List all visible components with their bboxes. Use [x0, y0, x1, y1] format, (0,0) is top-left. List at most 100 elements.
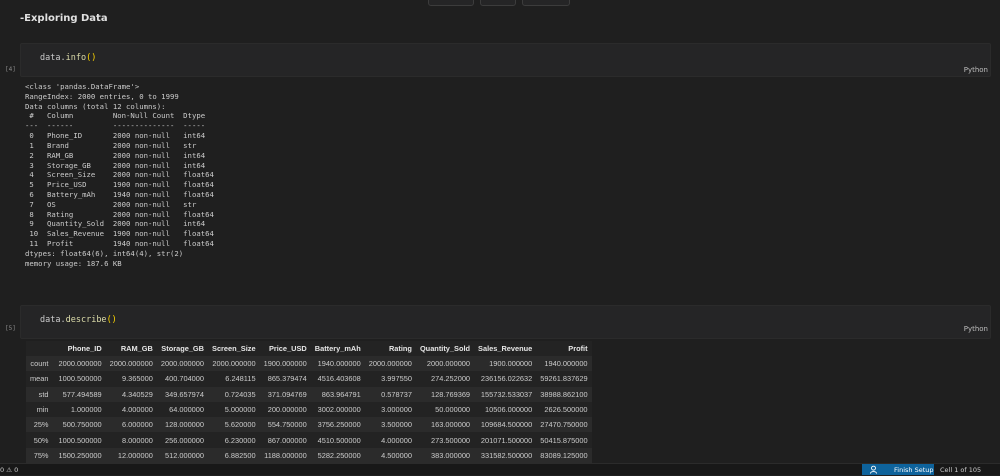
code-object: data [40, 53, 61, 63]
code-function: info [65, 53, 87, 63]
account-icon [869, 465, 878, 476]
toolbar-button-1[interactable] [428, 0, 474, 6]
row-index: 75% [33, 450, 49, 460]
table-row: 25% 500.750000 6.000000 128.000000 5.620… [26, 417, 592, 433]
table-cell: 9.365000 [122, 374, 153, 384]
table-cell: 1900.000000 [489, 359, 533, 369]
table-cell: 1000.500000 [58, 374, 102, 384]
table-cell: 12.000000 [117, 450, 153, 460]
table-cell: 10506.000000 [485, 405, 533, 415]
cell-position[interactable]: Cell 1 of 105 [940, 466, 981, 474]
table-cell: 3.000000 [381, 405, 412, 415]
column-header: Screen_Size [212, 344, 256, 353]
row-index: 50% [33, 435, 49, 445]
row-index: mean [30, 374, 49, 384]
table-row: min 1.000000 4.000000 64.000000 5.000000… [26, 401, 592, 418]
table-cell: 2626.500000 [544, 405, 588, 415]
code-cell-info[interactable]: data.info() [20, 43, 991, 77]
top-toolbar [0, 0, 1000, 6]
table-cell: 349.657974 [164, 389, 205, 399]
column-header: RAM_GB [120, 344, 153, 353]
code-object: data [40, 315, 61, 325]
cell-code[interactable]: data.info() [40, 53, 96, 63]
table-cell: 865.379474 [267, 374, 307, 384]
table-cell: 128.769369 [431, 389, 471, 399]
table-cell: 6.000000 [122, 420, 153, 430]
table-cell: 1188.000000 [264, 450, 307, 460]
table-cell: 2000.000000 [368, 359, 412, 369]
table-row: std 577.494589 4.340529 349.657974 0.724… [26, 386, 592, 402]
table-cell: 512.000000 [164, 450, 205, 460]
table-cell: 4.000000 [381, 435, 412, 445]
table-cell: 1900.000000 [263, 359, 307, 369]
table-row: count 2000.000000 2000.000000 2000.00000… [26, 356, 592, 372]
finish-setup-button[interactable]: Finish Setup [862, 464, 934, 475]
row-index: std [38, 389, 49, 399]
table-cell: 2000.000000 [109, 359, 153, 369]
table-cell: 8.000000 [122, 435, 153, 445]
row-index: min [36, 405, 49, 415]
toolbar-button-2[interactable] [480, 0, 516, 6]
column-header: Sales_Revenue [478, 344, 533, 353]
table-cell: 236156.022632 [480, 374, 533, 384]
table-cell: 27470.750000 [540, 420, 588, 430]
table-cell: 383.000000 [431, 450, 471, 460]
table-cell: 867.000000 [267, 435, 307, 445]
table-cell: 2000.000000 [58, 359, 102, 369]
table-cell: 371.094769 [267, 389, 307, 399]
status-bar: 0 ⚠ 0 Finish Setup Cell 1 of 105 [0, 463, 1000, 475]
cell-language-label[interactable]: Python [964, 66, 988, 74]
cell-language-label[interactable]: Python [964, 325, 988, 333]
column-header: Rating [388, 344, 412, 353]
table-cell: 4.340529 [122, 389, 153, 399]
table-cell: 1500.250000 [58, 450, 102, 460]
cell-code[interactable]: data.describe() [40, 315, 117, 325]
table-cell: 577.494589 [62, 389, 102, 399]
code-cell-describe[interactable]: data.describe() [20, 305, 991, 339]
table-cell: 0.578737 [381, 389, 412, 399]
table-cell: 155732.533037 [480, 389, 533, 399]
column-header: Battery_mAh [314, 344, 361, 353]
column-header: Price_USD [268, 344, 307, 353]
table-cell: 163.000000 [431, 420, 471, 430]
table-cell: 273.500000 [431, 435, 471, 445]
table-row: 75% 1500.250000 12.000000 512.000000 6.8… [26, 447, 592, 464]
table-cell: 1000.500000 [58, 435, 102, 445]
table-cell: 4516.403608 [317, 374, 361, 384]
table-cell: 5.620000 [224, 420, 256, 430]
table-cell: 5282.250000 [317, 450, 361, 460]
table-cell: 2000.000000 [212, 359, 256, 369]
table-cell: 64.000000 [169, 405, 205, 415]
table-cell: 4510.500000 [317, 435, 361, 445]
table-cell: 59261.837629 [540, 374, 588, 384]
table-cell: 83089.125000 [540, 450, 588, 460]
row-index: 25% [33, 420, 49, 430]
table-cell: 201071.500000 [480, 435, 533, 445]
finish-setup-label: Finish Setup [894, 466, 934, 474]
table-cell: 2000.000000 [426, 359, 471, 369]
column-header: Quantity_Sold [419, 344, 471, 353]
table-cell: 109684.500000 [480, 420, 533, 430]
table-cell: 6.248115 [225, 374, 256, 384]
table-cell: 6.882500 [224, 450, 256, 460]
table-cell: 2000.000000 [160, 359, 205, 369]
execution-count: [5] [5, 325, 16, 332]
table-cell: 3756.250000 [317, 420, 361, 430]
problems-indicator[interactable]: 0 ⚠ 0 [0, 466, 18, 474]
column-header: Storage_GB [161, 344, 205, 353]
toolbar-button-3[interactable] [522, 0, 570, 6]
table-cell: 3.997550 [381, 374, 412, 384]
table-cell: 331582.500000 [480, 450, 533, 460]
table-cell: 200.000000 [267, 405, 307, 415]
table-cell: 50.000000 [435, 405, 471, 415]
table-cell: 500.750000 [62, 420, 102, 430]
table-cell: 256.000000 [164, 435, 205, 445]
table-cell: 1940.000000 [544, 359, 588, 369]
table-cell: 4.500000 [381, 450, 412, 460]
describe-table: Phone_ID RAM_GB Storage_GB Screen_Size P… [26, 341, 592, 464]
code-paren: () [106, 315, 117, 325]
table-cell: 554.750000 [267, 420, 307, 430]
table-cell: 5.000000 [224, 405, 256, 415]
table-row: mean 1000.500000 9.365000 400.704000 6.2… [26, 371, 592, 387]
table-cell: 274.252000 [431, 374, 471, 384]
